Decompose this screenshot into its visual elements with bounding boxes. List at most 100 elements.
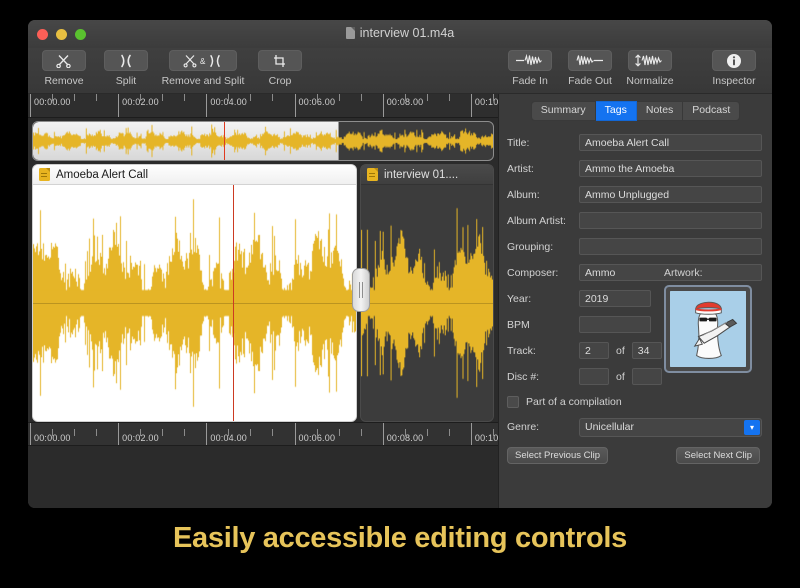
ruler-minor-tick [250, 429, 251, 436]
clip-boundary-handle[interactable] [352, 268, 370, 312]
ruler-minor-tick [317, 94, 318, 101]
scissors-icon [42, 50, 86, 71]
field-row: Artist:Ammo the Amoeba [507, 156, 762, 182]
normalize-icon [628, 50, 672, 71]
timeline-ruler-top[interactable]: 00:00.0000:02.0000:04.0000:06.0000:08.00… [28, 94, 498, 118]
clip-title: Amoeba Alert Call [56, 169, 148, 181]
crop-button[interactable]: Crop [254, 50, 306, 87]
disc-label: Disc #: [507, 371, 579, 383]
ruler-minor-tick [449, 429, 450, 436]
disc-number-input[interactable] [579, 368, 609, 385]
tab-podcast[interactable]: Podcast [683, 101, 740, 121]
tab-summary[interactable]: Summary [531, 101, 596, 121]
field-input-bpm[interactable] [579, 316, 651, 333]
ruler-minor-tick [96, 429, 97, 436]
select-previous-clip-button[interactable]: Select Previous Clip [507, 447, 608, 464]
timeline-ruler-bottom[interactable]: 00:00.0000:02.0000:04.0000:06.0000:08.00… [28, 422, 498, 446]
clip-waveform-unselected[interactable] [361, 185, 493, 421]
ruler-minor-tick [52, 429, 53, 436]
field-input-albumartist[interactable] [579, 212, 762, 229]
field-row: Album:Ammo Unplugged [507, 182, 762, 208]
ruler-minor-tick [317, 429, 318, 436]
field-input-grouping[interactable] [579, 238, 762, 255]
compilation-checkbox[interactable] [507, 396, 519, 408]
field-row: Album Artist: [507, 208, 762, 234]
field-input-artist[interactable]: Ammo the Amoeba [579, 160, 762, 177]
field-label: Artist: [507, 163, 579, 175]
ruler-minor-tick [228, 429, 229, 436]
split-brackets-icon [104, 50, 148, 71]
ruler-minor-tick [162, 94, 163, 101]
compilation-label: Part of a compilation [526, 396, 622, 408]
clip-waveform-selected[interactable] [33, 185, 356, 421]
track-total-input[interactable]: 34 [632, 342, 662, 359]
ruler-minor-tick [493, 429, 494, 436]
inspector-pane: SummaryTagsNotesPodcast Title:Amoeba Ale… [498, 94, 772, 508]
main-toolbar: Remove Split & Remove and Split [28, 48, 772, 94]
ruler-minor-tick [184, 94, 185, 101]
ruler-minor-tick [140, 94, 141, 101]
artwork-well[interactable] [664, 285, 752, 373]
compilation-row[interactable]: Part of a compilation [499, 390, 772, 414]
fade-in-button[interactable]: Fade In [504, 50, 556, 87]
ruler-minor-tick [96, 94, 97, 101]
toolbar-effects-group: Fade In Fade Out Normalize [504, 50, 760, 87]
tab-notes[interactable]: Notes [637, 101, 683, 121]
field-row: Title:Amoeba Alert Call [507, 130, 762, 156]
ruler-time-label: 00:02.00 [118, 433, 159, 443]
disc-of-label: of [616, 371, 625, 383]
ruler-minor-tick [52, 94, 53, 101]
track-label: Track: [507, 345, 579, 357]
clip-header[interactable]: Amoeba Alert Call [33, 165, 356, 185]
remove-and-split-button[interactable]: & Remove and Split [162, 50, 244, 87]
overview-waveform[interactable] [32, 121, 494, 161]
clip-playhead[interactable] [233, 185, 234, 421]
screenshot-root: interview 01.m4a Remove Split [0, 0, 800, 588]
overview-playhead[interactable] [224, 122, 225, 160]
genre-value: Unicellular [585, 421, 634, 433]
clip-interview-01[interactable]: interview 01.... [360, 164, 494, 422]
fade-in-icon [508, 50, 552, 71]
overview-waveform-strip[interactable] [28, 118, 498, 164]
field-input-year[interactable]: 2019 [579, 290, 651, 307]
genre-select[interactable]: Unicellular ▾ [579, 418, 762, 437]
ruler-minor-tick [361, 94, 362, 101]
ruler-minor-tick [427, 94, 428, 101]
disc-total-input[interactable] [632, 368, 662, 385]
split-button[interactable]: Split [100, 50, 152, 87]
caption-text: Easily accessible editing controls [0, 522, 800, 555]
ruler-minor-tick [493, 94, 494, 101]
ruler-time-label: 00:06.00 [295, 433, 336, 443]
ruler-minor-tick [228, 94, 229, 101]
ruler-minor-tick [162, 429, 163, 436]
crop-button-label: Crop [269, 75, 292, 87]
ruler-minor-tick [405, 429, 406, 436]
remove-button[interactable]: Remove [38, 50, 90, 87]
ruler-minor-tick [184, 429, 185, 436]
fade-out-button[interactable]: Fade Out [564, 50, 616, 87]
inspector-button[interactable]: Inspector [708, 50, 760, 87]
app-window: interview 01.m4a Remove Split [28, 20, 772, 508]
window-body: 00:00.0000:02.0000:04.0000:06.0000:08.00… [28, 94, 772, 508]
clip-header[interactable]: interview 01.... [361, 165, 493, 185]
ruler-minor-tick [272, 94, 273, 101]
track-number-input[interactable]: 2 [579, 342, 609, 359]
field-label: Grouping: [507, 241, 579, 253]
artwork-label: Artwork: [664, 267, 760, 279]
field-input-album[interactable]: Ammo Unplugged [579, 186, 762, 203]
ruler-minor-tick [361, 429, 362, 436]
normalize-button[interactable]: Normalize [624, 50, 676, 87]
ruler-minor-tick [427, 429, 428, 436]
ruler-time-label: 00:00.00 [30, 97, 71, 107]
inspector-tabs: SummaryTagsNotesPodcast [499, 94, 772, 126]
waveform-midline [361, 303, 493, 304]
ruler-time-label: 00:06.00 [295, 97, 336, 107]
clip-amoeba-alert-call[interactable]: Amoeba Alert Call [32, 164, 357, 422]
select-next-clip-button[interactable]: Select Next Clip [676, 447, 760, 464]
audio-clip-icon [367, 168, 378, 181]
fade-out-button-label: Fade Out [568, 75, 612, 87]
tab-tags[interactable]: Tags [596, 101, 637, 121]
field-input-title[interactable]: Amoeba Alert Call [579, 134, 762, 151]
window-titlebar: interview 01.m4a [28, 20, 772, 48]
chevron-down-icon[interactable]: ▾ [744, 420, 760, 435]
